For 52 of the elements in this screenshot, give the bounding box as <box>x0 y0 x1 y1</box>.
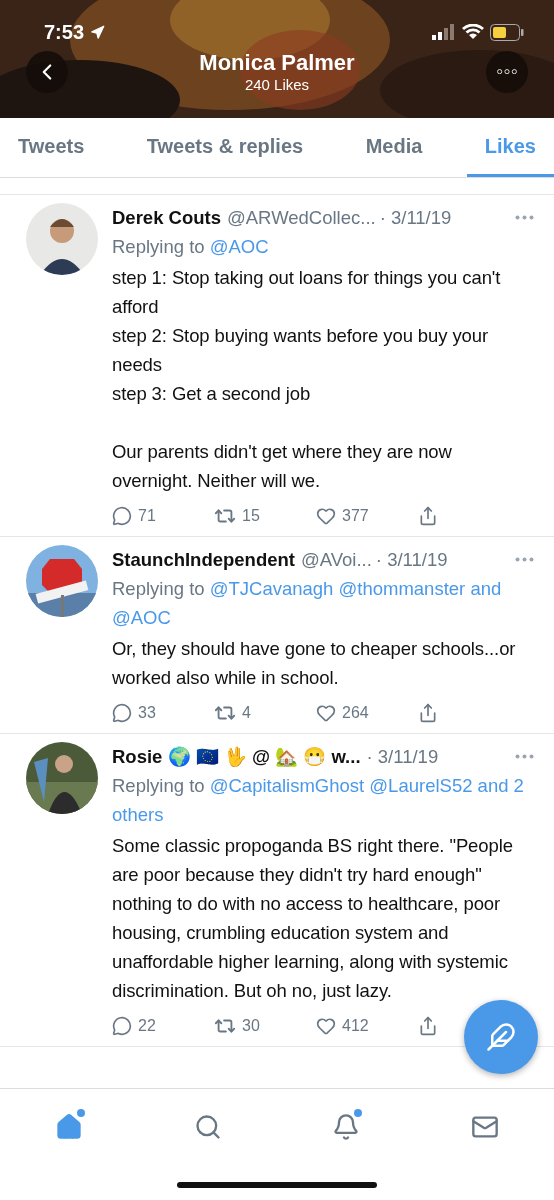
reply-button[interactable]: 22 <box>112 1011 214 1040</box>
wifi-icon <box>462 24 484 40</box>
home-icon <box>55 1113 84 1141</box>
reply-button[interactable]: 33 <box>112 698 214 727</box>
signal-icon <box>432 24 456 40</box>
heart-icon <box>316 702 336 723</box>
tweet-date: · 3/11/19 <box>379 206 452 230</box>
profile-tab[interactable]: Likes <box>466 118 554 177</box>
tweet-text: Some classic propoganda BS right there. "People are poor because they didn't try hard enough" nothing to do with no access to healthcare, poor housing, crumbling education system and unaffordable higher learning, along with systemic discrimination. But oh no, just lazy. <box>112 834 514 1003</box>
feather-icon <box>486 1022 516 1052</box>
reply-icon <box>112 505 132 526</box>
like-button[interactable]: 412 <box>316 1011 418 1040</box>
battery-icon <box>490 23 524 41</box>
heart-icon <box>316 1015 336 1036</box>
author-name: Rosie 🌍 🇪🇺 🖖 @ 🏡 😷 w... <box>112 745 361 769</box>
heart-icon <box>316 505 336 526</box>
clock: 7:53 <box>44 20 85 44</box>
reply-icon <box>112 1015 132 1036</box>
tweet-text: Or, they should have gone to cheaper schools...or worked also while in school. <box>112 637 517 690</box>
author-name: Derek Couts <box>112 206 221 230</box>
profile-tab[interactable]: Media <box>347 118 441 177</box>
reply-button[interactable]: 71 <box>112 501 214 530</box>
more-icon[interactable] <box>515 557 534 562</box>
likes-count: 240 Likes <box>244 76 310 93</box>
retweet-button[interactable]: 4 <box>214 698 316 727</box>
more-icon[interactable] <box>515 754 534 759</box>
retweet-button[interactable]: 15 <box>214 501 316 530</box>
search-icon <box>193 1113 222 1141</box>
profile-tab[interactable]: Tweets <box>0 118 103 177</box>
share-icon[interactable] <box>418 505 438 526</box>
like-button[interactable]: 377 <box>316 501 418 530</box>
like-button[interactable]: 264 <box>316 698 418 727</box>
tweet-text: step 1: Stop taking out loans for things you can't afford step 2: Stop buying wants before you buy your needs step 3: Get a second job Our parents didn't get where they are now overnight. Neither will we. <box>112 266 502 493</box>
location-icon <box>90 24 106 40</box>
retweet-button[interactable]: 30 <box>214 1011 316 1040</box>
share-icon[interactable] <box>418 702 438 723</box>
tweet-date: · 3/11/19 <box>375 548 448 572</box>
more-icon <box>497 68 517 75</box>
more-icon[interactable] <box>515 215 534 220</box>
profile-tab[interactable]: Tweets & replies <box>128 118 322 177</box>
reply-context: Replying to @AOC <box>112 235 270 259</box>
profile-name: Monica Palmer <box>199 50 355 76</box>
tweet-date: · 3/11/19 <box>366 745 439 769</box>
reply-context: Replying to @CapitalismGhost @LaurelS52 and 2 others <box>112 774 525 827</box>
notifications-icon <box>332 1113 361 1141</box>
reply-icon <box>112 702 132 723</box>
compose-button[interactable] <box>464 1000 538 1074</box>
author-handle: @ARWedCollec... <box>227 206 376 230</box>
author-handle: @AVoi... <box>300 548 372 572</box>
share-icon[interactable] <box>418 1015 438 1036</box>
author-name: StaunchIndependent <box>112 548 295 572</box>
reply-context: Replying to @TJCavanagh @thommanster and @AOC <box>112 577 503 630</box>
